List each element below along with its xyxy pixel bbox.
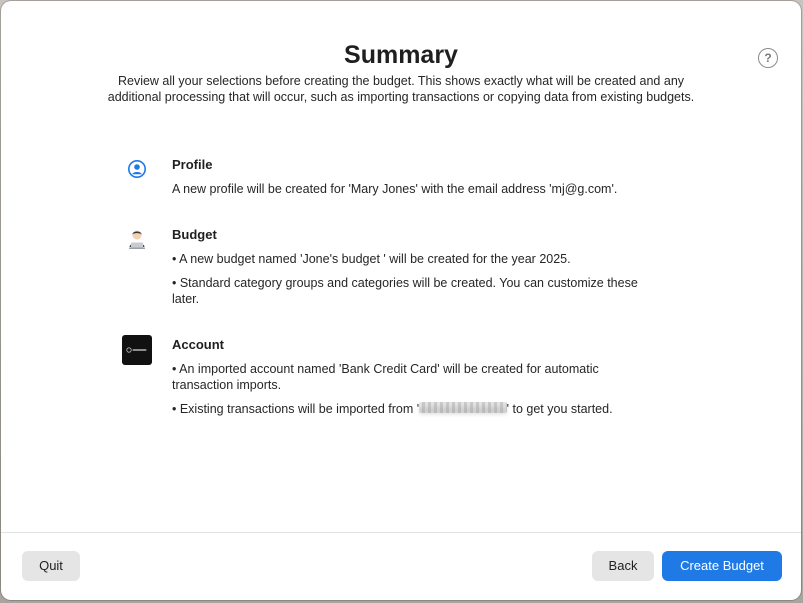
profile-section: Profile A new profile will be created fo… <box>121 153 701 196</box>
account-heading: Account <box>172 337 224 352</box>
budget-section: Budget • A new budget named 'Jone's budg… <box>121 223 701 313</box>
bank-logo-icon <box>122 335 152 365</box>
create-budget-button[interactable]: Create Budget <box>662 551 782 581</box>
account-line-existing: • Existing transactions will be imported… <box>172 401 712 417</box>
budget-line-name: • A new budget named 'Jone's budget ' wi… <box>172 252 571 266</box>
existing-prefix: • Existing transactions will be imported… <box>172 402 420 416</box>
existing-suffix: ' to get you started. <box>506 402 613 416</box>
summary-dialog: ? Summary Review all your selections bef… <box>1 1 801 600</box>
person-circle-icon <box>121 153 153 185</box>
budget-line-categories: • Standard category groups and categorie… <box>172 276 638 306</box>
back-button[interactable]: Back <box>592 551 654 581</box>
person-at-laptop-icon <box>121 223 153 255</box>
profile-line: A new profile will be created for 'Mary … <box>172 182 618 196</box>
budget-heading: Budget <box>172 227 217 242</box>
redacted-filename: xxxxxxxxxxxxxx <box>419 402 507 417</box>
account-section: Account • An imported account named 'Ban… <box>121 333 701 423</box>
footer-divider <box>1 532 801 533</box>
account-line-imported: • An imported account named 'Bank Credit… <box>172 362 599 392</box>
page-description: Review all your selections before creati… <box>107 74 695 104</box>
page-title: Summary <box>344 41 458 69</box>
quit-button[interactable]: Quit <box>22 551 80 581</box>
profile-heading: Profile <box>172 157 213 172</box>
